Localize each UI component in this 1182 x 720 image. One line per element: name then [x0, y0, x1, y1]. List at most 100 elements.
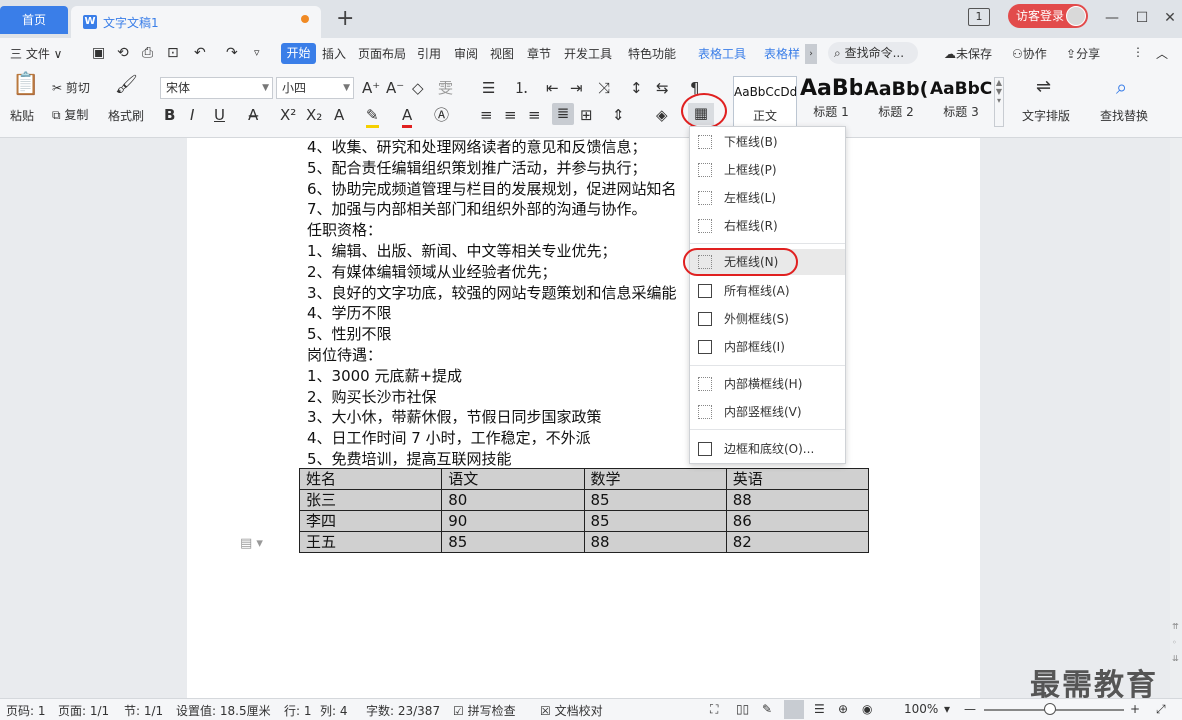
- zoom-slider-handle[interactable]: [1044, 703, 1056, 715]
- score-table[interactable]: 姓名 语文 数学 英语 张三 80 85 88 李四 90 85 86 王五 85 88 82: [298, 468, 870, 553]
- status-row[interactable]: 行: 1: [284, 702, 312, 719]
- page-view-icon[interactable]: [784, 700, 804, 719]
- table-cell[interactable]: 88: [583, 531, 727, 553]
- numbered-list-icon[interactable]: ⒈: [514, 78, 529, 98]
- outline-view-icon[interactable]: ☰: [814, 702, 825, 716]
- menu-file[interactable]: 三 文件 ∨: [10, 45, 62, 62]
- prev-page-icon[interactable]: ⇈: [1172, 622, 1179, 631]
- table-row[interactable]: 王五 85 88 82: [298, 531, 870, 553]
- undo-icon[interactable]: ↶: [194, 43, 206, 63]
- style-normal[interactable]: AaBbCcDd 正文: [733, 76, 797, 128]
- document-line[interactable]: 1、3000 元底薪+提成: [307, 366, 462, 386]
- table-cell[interactable]: 86: [725, 510, 870, 532]
- tab-features[interactable]: 特色功能: [628, 45, 676, 62]
- tab-chapter[interactable]: 章节: [527, 45, 551, 62]
- document-line[interactable]: 3、良好的文字功底，较强的网站专题策划和信息采编能: [307, 283, 677, 303]
- table-cell[interactable]: 85: [441, 531, 585, 553]
- table-cell[interactable]: 语文: [441, 468, 585, 490]
- document-line[interactable]: 5、免费培训，提高互联网技能: [307, 449, 512, 469]
- grow-font-icon[interactable]: A⁺: [362, 78, 380, 98]
- tab-table-tools[interactable]: 表格工具: [698, 45, 746, 62]
- border-menu-item[interactable]: 外侧框线(S): [690, 306, 845, 332]
- tab-insert[interactable]: 插入: [322, 45, 346, 62]
- tab-page-layout[interactable]: 页面布局: [358, 45, 406, 62]
- tab-view[interactable]: 视图: [490, 45, 514, 62]
- border-menu-item[interactable]: 内部横框线(H): [690, 371, 845, 397]
- redo-icon[interactable]: ↷: [226, 43, 238, 63]
- tab-home[interactable]: 首页: [0, 6, 68, 34]
- align-right-icon[interactable]: ≡: [528, 105, 541, 125]
- text-layout-icon[interactable]: ⇌: [1036, 77, 1051, 97]
- phonetic-icon[interactable]: 雯: [438, 78, 453, 98]
- text-layout-button[interactable]: 文字排版: [1022, 107, 1070, 124]
- border-menu-item[interactable]: 内部竖框线(V): [690, 399, 845, 425]
- tab-developer[interactable]: 开发工具: [564, 45, 612, 62]
- line-spacing-toggle-icon[interactable]: ⇆: [656, 78, 669, 98]
- border-menu-item[interactable]: 边框和底纹(O)...: [690, 436, 845, 462]
- cloud-unsaved-button[interactable]: ☁未保存: [944, 45, 992, 62]
- style-heading-3[interactable]: AaBbC( 标题 3: [930, 76, 992, 128]
- copy-button[interactable]: ⧉ 复制: [52, 106, 88, 123]
- web-view-icon[interactable]: ⊕: [838, 702, 848, 716]
- format-painter-icon[interactable]: 🖌: [115, 75, 138, 95]
- spell-check-button[interactable]: ☑ 拼写检查: [453, 702, 516, 719]
- eye-protect-icon[interactable]: ◉: [862, 702, 872, 716]
- zoom-level[interactable]: 100%: [904, 702, 938, 716]
- status-setting[interactable]: 设置值: 18.5厘米: [176, 702, 271, 719]
- table-cell[interactable]: 90: [441, 510, 585, 532]
- style-heading-2[interactable]: AaBb( 标题 2: [864, 76, 928, 128]
- clear-format-icon[interactable]: ◇: [412, 78, 424, 98]
- print-icon[interactable]: ⎙: [142, 43, 153, 63]
- paste-icon[interactable]: 📋: [12, 74, 39, 101]
- border-menu-item[interactable]: 下框线(B): [690, 129, 845, 155]
- table-cell[interactable]: 数学: [583, 468, 727, 490]
- char-border-icon[interactable]: Ⓐ: [434, 105, 449, 125]
- tabs-scroll-right-icon[interactable]: ›: [805, 44, 817, 64]
- more-menu-icon[interactable]: ⋮: [1132, 45, 1144, 59]
- table-cell[interactable]: 85: [583, 489, 727, 511]
- tab-start[interactable]: 开始: [281, 43, 316, 64]
- border-menu-item[interactable]: 左框线(L): [690, 185, 845, 211]
- page-layout-badge[interactable]: 1: [968, 8, 990, 26]
- border-menu-item[interactable]: 上框线(P): [690, 157, 845, 183]
- zoom-dropdown-icon[interactable]: ▾: [944, 702, 950, 716]
- document-line[interactable]: 5、配合责任编辑组织策划推广活动，并参与执行；: [307, 158, 647, 178]
- highlight-icon[interactable]: ✎: [366, 105, 379, 128]
- style-heading-1[interactable]: AaBb 标题 1: [800, 76, 862, 128]
- tab-references[interactable]: 引用: [417, 45, 441, 62]
- status-pages[interactable]: 页面: 1/1: [58, 702, 109, 719]
- decrease-indent-icon[interactable]: ⇤: [546, 78, 559, 98]
- document-line[interactable]: 6、协助完成频道管理与栏目的发展规划，促进网站知名: [307, 179, 677, 199]
- document-line[interactable]: 2、有媒体编辑领域从业经验者优先；: [307, 262, 557, 282]
- table-row[interactable]: 李四 90 85 86: [298, 510, 870, 532]
- status-words[interactable]: 字数: 23/387: [366, 702, 440, 719]
- document-line[interactable]: 1、编辑、出版、新闻、中文等相关专业优先；: [307, 241, 617, 261]
- shading-icon[interactable]: ◈: [656, 105, 668, 125]
- status-section[interactable]: 节: 1/1: [124, 702, 163, 719]
- edit-mode-icon[interactable]: ✎: [762, 702, 772, 716]
- fullscreen-icon[interactable]: ⛶: [710, 702, 718, 717]
- line-spacing-icon[interactable]: ⇕: [612, 105, 625, 125]
- table-cell[interactable]: 85: [583, 510, 727, 532]
- document-line[interactable]: 2、购买长沙市社保: [307, 387, 437, 407]
- table-cell[interactable]: 82: [725, 531, 870, 553]
- maximize-button[interactable]: ☐: [1130, 8, 1154, 28]
- table-row[interactable]: 姓名 语文 数学 英语: [298, 468, 870, 490]
- table-cell[interactable]: 88: [725, 489, 870, 511]
- font-name-select[interactable]: 宋体 ▼: [160, 77, 273, 99]
- cut-button[interactable]: ✂ 剪切: [52, 79, 90, 96]
- document-line[interactable]: 4、日工作时间 7 小时，工作稳定，不外派: [307, 428, 591, 448]
- share-button[interactable]: ⇪分享: [1066, 45, 1100, 62]
- document-line[interactable]: 岗位待遇：: [307, 345, 382, 365]
- subscript-icon[interactable]: X₂: [306, 105, 322, 125]
- find-replace-button[interactable]: 查找替换: [1100, 107, 1148, 124]
- close-button[interactable]: ✕: [1158, 8, 1182, 28]
- search-command-input[interactable]: ⌕ 查找命令...: [828, 42, 918, 64]
- paste-button[interactable]: 粘贴: [10, 107, 34, 124]
- table-cell[interactable]: 张三: [298, 489, 443, 511]
- style-gallery-scroll-icon[interactable]: ▲ ▼ ▾: [994, 77, 1004, 127]
- next-page-icon[interactable]: ⇊: [1172, 654, 1179, 663]
- justify-icon[interactable]: ≣: [552, 103, 574, 125]
- collapse-ribbon-icon[interactable]: ︿: [1156, 45, 1168, 62]
- document-line[interactable]: 4、学历不限: [307, 303, 392, 323]
